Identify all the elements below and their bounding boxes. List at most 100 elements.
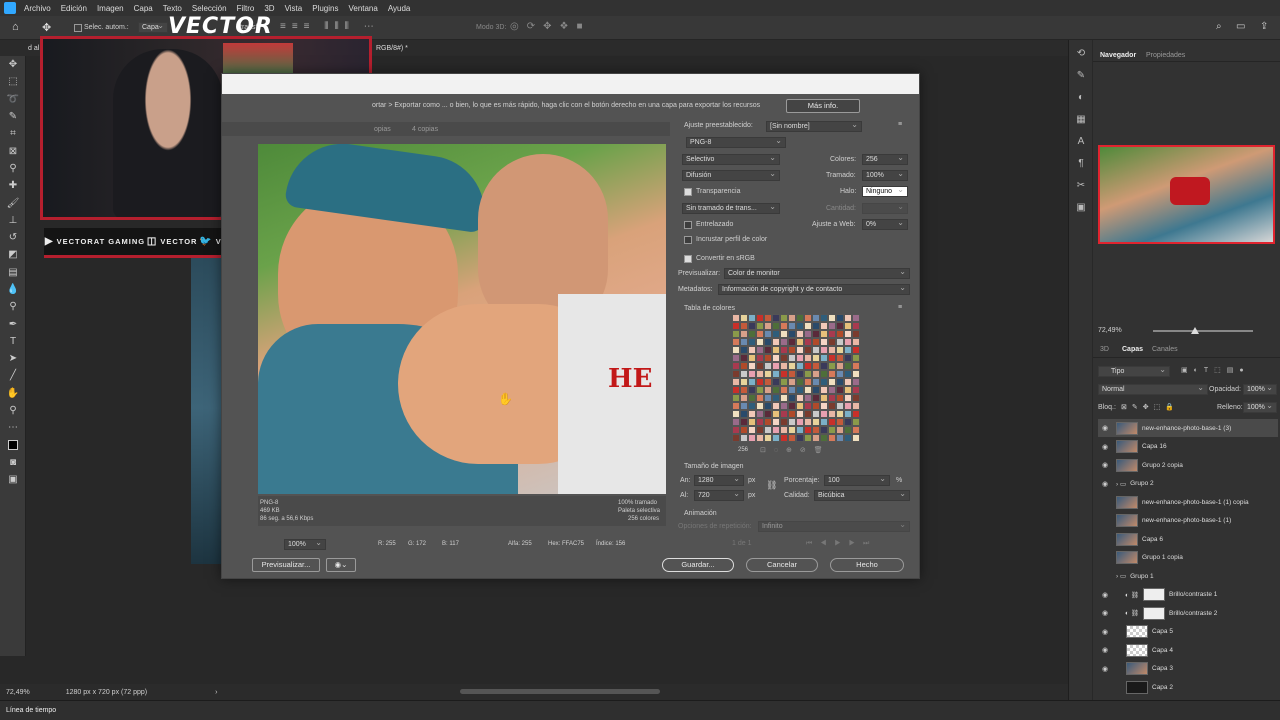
- color-swatch[interactable]: [756, 362, 764, 370]
- color-swatch[interactable]: [780, 418, 788, 426]
- color-swatch[interactable]: [748, 410, 756, 418]
- color-swatch[interactable]: [820, 394, 828, 402]
- color-swatch[interactable]: [772, 418, 780, 426]
- color-swatch[interactable]: [740, 338, 748, 346]
- frame-tool-icon[interactable]: ⊠: [0, 142, 26, 159]
- color-swatch[interactable]: [748, 426, 756, 434]
- color-swatch[interactable]: [820, 354, 828, 362]
- shape-tool-icon[interactable]: ╱: [0, 367, 26, 384]
- menu-3[interactable]: Capa: [129, 4, 158, 13]
- tab-layers[interactable]: Capas: [1122, 346, 1143, 353]
- color-swatch[interactable]: [812, 354, 820, 362]
- color-swatch[interactable]: [756, 330, 764, 338]
- color-swatch[interactable]: [756, 354, 764, 362]
- tab-properties[interactable]: Propiedades: [1146, 52, 1185, 59]
- color-swatch[interactable]: [796, 322, 804, 330]
- color-swatch[interactable]: [804, 410, 812, 418]
- color-swatch[interactable]: [732, 386, 740, 394]
- transparency-checkbox[interactable]: [684, 188, 692, 196]
- color-swatch[interactable]: [756, 314, 764, 322]
- menu-5[interactable]: Selección: [187, 4, 232, 13]
- color-swatch[interactable]: [820, 370, 828, 378]
- horizontal-scrollbar[interactable]: [460, 689, 660, 694]
- color-swatch[interactable]: [820, 426, 828, 434]
- tab-3d[interactable]: 3D: [1100, 346, 1109, 353]
- color-swatch[interactable]: [788, 410, 796, 418]
- color-swatch[interactable]: [852, 386, 860, 394]
- tab-channels[interactable]: Canales: [1152, 346, 1178, 353]
- auto-select-checkbox[interactable]: [74, 24, 82, 32]
- eye-icon[interactable]: ◉: [1098, 424, 1112, 432]
- color-swatch[interactable]: [804, 330, 812, 338]
- eyedropper-icon[interactable]: ⚲: [0, 160, 26, 177]
- color-swatch[interactable]: [836, 346, 844, 354]
- color-table-grid[interactable]: [732, 314, 860, 442]
- color-swatch[interactable]: [836, 426, 844, 434]
- color-swatch[interactable]: [828, 386, 836, 394]
- color-swatch[interactable]: [828, 362, 836, 370]
- lock-icons[interactable]: ⊠✎✥⬚🔒: [1121, 403, 1179, 411]
- color-swatch[interactable]: [756, 434, 764, 442]
- color-swatch[interactable]: [740, 394, 748, 402]
- color-swatch[interactable]: [764, 346, 772, 354]
- color-swatch[interactable]: [748, 386, 756, 394]
- color-swatch[interactable]: [740, 354, 748, 362]
- healing-brush-icon[interactable]: ✚: [0, 177, 26, 194]
- timeline-panel[interactable]: Línea de tiempo: [0, 700, 1280, 720]
- navigator-zoom[interactable]: 72,49%: [1098, 327, 1122, 334]
- color-swatch[interactable]: [772, 322, 780, 330]
- color-swatch[interactable]: [820, 418, 828, 426]
- color-table-menu-icon[interactable]: ≡: [898, 304, 902, 311]
- folder-icon[interactable]: › ▭: [1116, 572, 1126, 580]
- preset-menu-icon[interactable]: ≡: [898, 121, 902, 128]
- fill-field[interactable]: 100%: [1243, 401, 1277, 413]
- color-swatch[interactable]: [844, 378, 852, 386]
- status-arrow-icon[interactable]: ›: [215, 689, 217, 696]
- navigator-thumbnail[interactable]: [1098, 145, 1275, 244]
- menu-6[interactable]: Filtro: [232, 4, 260, 13]
- color-swatch[interactable]: [852, 378, 860, 386]
- color-swatch[interactable]: [812, 370, 820, 378]
- color-swatch[interactable]: [836, 338, 844, 346]
- marquee-tool-icon[interactable]: ⬚: [0, 73, 26, 90]
- color-swatch[interactable]: [748, 394, 756, 402]
- quality-dropdown[interactable]: Bicúbica: [814, 489, 910, 501]
- color-swatch[interactable]: [820, 314, 828, 322]
- color-swatch[interactable]: [804, 426, 812, 434]
- color-swatch[interactable]: [852, 426, 860, 434]
- color-swatch[interactable]: [732, 410, 740, 418]
- preview-dropdown[interactable]: Color de monitor: [724, 267, 910, 279]
- color-swatch[interactable]: [748, 418, 756, 426]
- color-swatch[interactable]: [756, 426, 764, 434]
- color-swatch[interactable]: [852, 322, 860, 330]
- layer-row[interactable]: ◉ Grupo 2 copia: [1098, 456, 1278, 474]
- color-swatch[interactable]: [796, 370, 804, 378]
- character-icon[interactable]: A: [1069, 132, 1093, 150]
- screen-mode-icon[interactable]: ▣: [0, 471, 26, 488]
- layer-row[interactable]: Capa 2: [1098, 678, 1278, 696]
- color-swatch[interactable]: [812, 330, 820, 338]
- color-swatch[interactable]: [740, 322, 748, 330]
- properties-icon[interactable]: ▦: [1069, 110, 1093, 128]
- color-swatch[interactable]: [812, 394, 820, 402]
- color-swatch[interactable]: [796, 362, 804, 370]
- color-swatch[interactable]: [852, 402, 860, 410]
- menu-2[interactable]: Imagen: [92, 4, 129, 13]
- color-swatch[interactable]: [748, 362, 756, 370]
- color-swatch[interactable]: [756, 346, 764, 354]
- color-swatch[interactable]: [740, 378, 748, 386]
- color-swatch[interactable]: [820, 410, 828, 418]
- color-swatch[interactable]: [756, 370, 764, 378]
- color-swatch[interactable]: [772, 386, 780, 394]
- color-swatch[interactable]: [772, 346, 780, 354]
- color-swatch[interactable]: [852, 330, 860, 338]
- eraser-tool-icon[interactable]: ◩: [0, 246, 26, 263]
- reduction-dropdown[interactable]: Selectivo: [682, 153, 780, 165]
- home-icon[interactable]: ⌂: [12, 21, 19, 33]
- color-swatch[interactable]: [844, 330, 852, 338]
- embed-profile-checkbox[interactable]: [684, 236, 692, 244]
- color-swatch[interactable]: [756, 402, 764, 410]
- color-swatch[interactable]: [732, 362, 740, 370]
- color-swatch[interactable]: [812, 386, 820, 394]
- color-swatch[interactable]: [796, 314, 804, 322]
